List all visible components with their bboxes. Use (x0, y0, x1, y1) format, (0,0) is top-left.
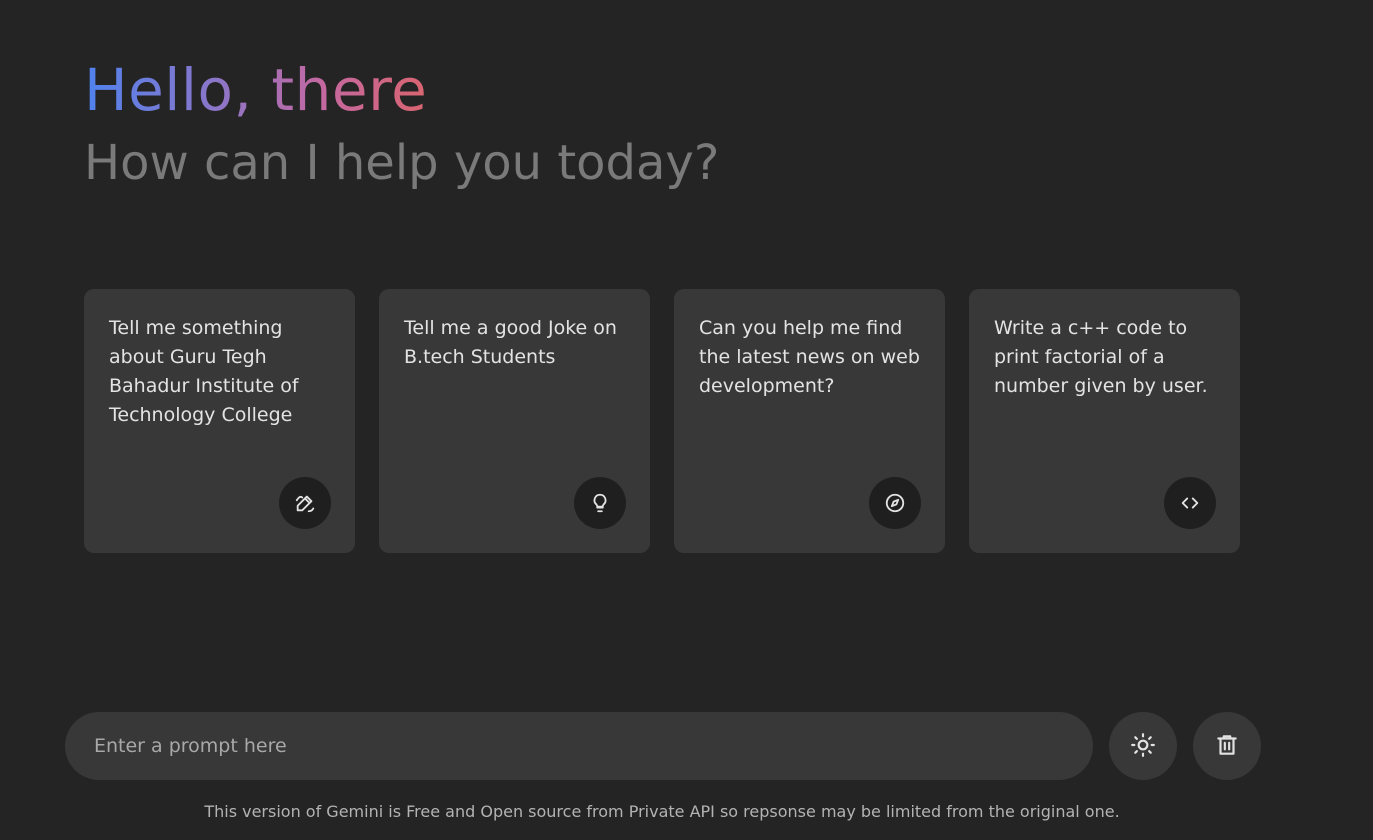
delete-chat-button[interactable] (1193, 712, 1261, 780)
suggestion-card-code[interactable]: Write a c++ code to print factorial of a… (969, 289, 1240, 553)
lightbulb-icon (574, 477, 626, 529)
suggestion-card-college[interactable]: Tell me something about Guru Tegh Bahadu… (84, 289, 355, 553)
draw-icon (279, 477, 331, 529)
prompt-input-wrapper (65, 712, 1093, 780)
suggestion-card-news[interactable]: Can you help me find the latest news on … (674, 289, 945, 553)
explore-icon (869, 477, 921, 529)
typing-area (65, 712, 1261, 780)
sun-icon (1130, 732, 1156, 761)
suggestion-list: Tell me something about Guru Tegh Bahadu… (84, 289, 1240, 553)
suggestion-text: Write a c++ code to print factorial of a… (994, 317, 1208, 397)
greeting-title: Hello, there (84, 56, 428, 124)
trash-icon (1214, 732, 1240, 761)
prompt-input[interactable] (94, 712, 1093, 780)
gemini-app: Hello, there How can I help you today? T… (0, 0, 1373, 840)
disclaimer-text: This version of Gemini is Free and Open … (204, 802, 1120, 821)
greeting-subtitle: How can I help you today? (84, 135, 720, 191)
suggestion-text: Tell me a good Joke on B.tech Students (404, 317, 617, 368)
suggestion-text: Tell me something about Guru Tegh Bahadu… (109, 317, 299, 426)
header: Hello, there How can I help you today? (84, 55, 719, 195)
code-icon (1164, 477, 1216, 529)
suggestion-card-joke[interactable]: Tell me a good Joke on B.tech Students (379, 289, 650, 553)
suggestion-text: Can you help me find the latest news on … (699, 317, 920, 397)
theme-toggle-button[interactable] (1109, 712, 1177, 780)
